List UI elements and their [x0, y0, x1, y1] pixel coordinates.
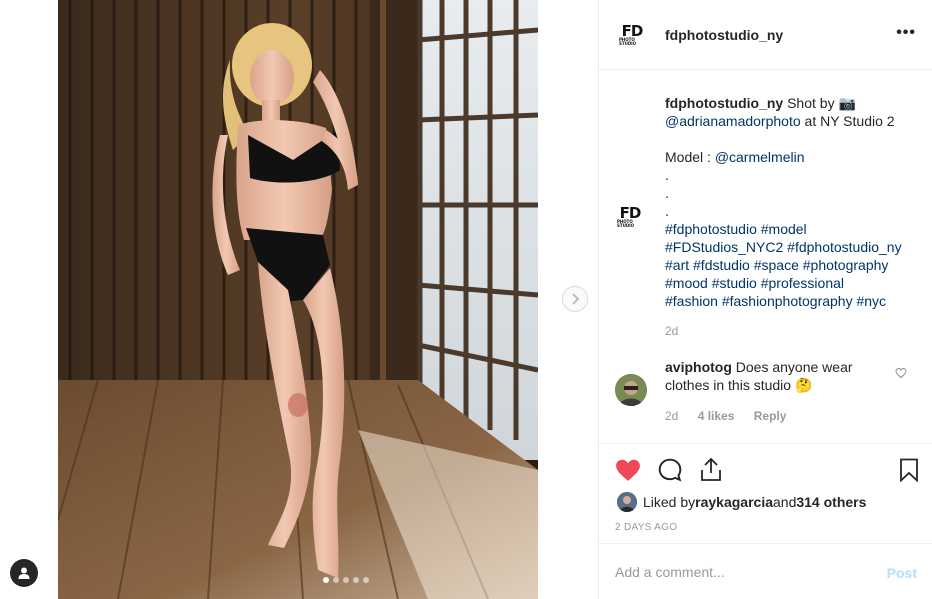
model-label: Model :: [665, 149, 715, 165]
comment-likes-count[interactable]: 4 likes: [698, 409, 735, 423]
caption-dot: .: [665, 185, 669, 201]
liked-by-middle: and: [773, 494, 797, 510]
carousel-dot: [363, 577, 369, 583]
comment-username-link[interactable]: aviphotog: [665, 359, 732, 375]
reply-button[interactable]: Reply: [754, 409, 787, 423]
hashtag-line[interactable]: #fashion #fashionphotography #nyc: [665, 292, 915, 310]
caption-dot: .: [665, 203, 669, 219]
account-avatar[interactable]: FD PHOTO STUDIO: [619, 21, 645, 49]
photo-image: [58, 0, 538, 599]
post-photo[interactable]: [58, 0, 538, 599]
caption-dot: .: [665, 167, 669, 183]
chevron-right-icon: [572, 293, 580, 305]
user-icon: [18, 567, 30, 579]
likes-summary: Liked by raykagarcia and 314 others: [617, 492, 866, 512]
logo-text: FD: [619, 204, 642, 222]
action-icons: [615, 457, 723, 488]
carousel-next-button[interactable]: [562, 286, 588, 312]
post-caption: fdphotostudio_ny Shot by 📷 @adrianamador…: [665, 94, 915, 310]
logo-text: FD: [621, 21, 644, 40]
carousel-indicator: [323, 577, 369, 583]
more-options-icon[interactable]: •••: [896, 24, 916, 42]
caption-age[interactable]: 2d: [665, 324, 678, 338]
post-side-panel: FD PHOTO STUDIO fdphotostudio_ny ••• FD …: [598, 0, 932, 599]
speech-bubble-icon: [658, 458, 682, 482]
liker-username-link[interactable]: raykagarcia: [695, 494, 773, 510]
hashtag-line[interactable]: #art #fdstudio #space #photography: [665, 256, 915, 274]
post-timestamp[interactable]: 2 DAYS AGO: [615, 522, 677, 533]
liker-avatar[interactable]: [617, 492, 637, 512]
save-button[interactable]: [899, 458, 919, 487]
mention-link[interactable]: @adrianamadorphoto: [665, 113, 801, 129]
account-username-link[interactable]: fdphotostudio_ny: [665, 27, 783, 43]
caption-meta: 2d: [665, 324, 694, 338]
comment-composer: Post: [599, 543, 932, 599]
caption-text: Shot by 📷: [783, 95, 856, 111]
caption-avatar[interactable]: FD PHOTO STUDIO: [617, 203, 643, 231]
carousel-dot: [353, 577, 359, 583]
heart-outline-icon: [895, 367, 907, 379]
carousel-dot: [323, 577, 329, 583]
like-button[interactable]: [615, 458, 641, 487]
mention-link[interactable]: @carmelmelin: [715, 149, 805, 165]
comment-like-button[interactable]: [895, 366, 907, 384]
comment-input[interactable]: [615, 563, 855, 580]
comment-age[interactable]: 2d: [665, 409, 678, 423]
commenter-avatar[interactable]: [615, 374, 647, 406]
post-header: FD PHOTO STUDIO fdphotostudio_ny •••: [599, 0, 932, 70]
logo-subtext: PHOTO STUDIO: [617, 219, 635, 228]
logo-subtext: PHOTO STUDIO: [619, 36, 637, 46]
liked-by-prefix: Liked by: [643, 494, 696, 510]
carousel-dot: [343, 577, 349, 583]
hashtag-line[interactable]: #fdphotostudio #model: [665, 220, 915, 238]
bookmark-icon: [900, 458, 918, 483]
avatar-image: [615, 374, 647, 406]
heart-filled-icon: [616, 459, 640, 481]
comment-button[interactable]: [657, 457, 683, 488]
hashtag-line[interactable]: #FDStudios_NYC2 #fdphotostudio_ny: [665, 238, 915, 256]
comment-item: aviphotog Does anyone wear clothes in th…: [665, 358, 895, 394]
hashtag-line[interactable]: #mood #studio #professional: [665, 274, 915, 292]
comments-list[interactable]: FD PHOTO STUDIO fdphotostudio_ny Shot by…: [599, 70, 932, 442]
share-icon: [701, 457, 721, 481]
post-actions: Liked by raykagarcia and 314 others 2 DA…: [599, 443, 932, 543]
avatar-image: [617, 492, 637, 512]
left-gutter: [0, 0, 58, 599]
carousel-dot: [333, 577, 339, 583]
caption-text: at NY Studio 2: [800, 113, 895, 129]
caption-username-link[interactable]: fdphotostudio_ny: [665, 95, 783, 111]
comment-meta: 2d 4 likes Reply: [665, 409, 802, 423]
share-button[interactable]: [699, 457, 723, 488]
profile-fab-button[interactable]: [10, 559, 38, 587]
others-likes-link[interactable]: 314 others: [796, 494, 866, 510]
post-comment-button[interactable]: Post: [887, 565, 917, 581]
